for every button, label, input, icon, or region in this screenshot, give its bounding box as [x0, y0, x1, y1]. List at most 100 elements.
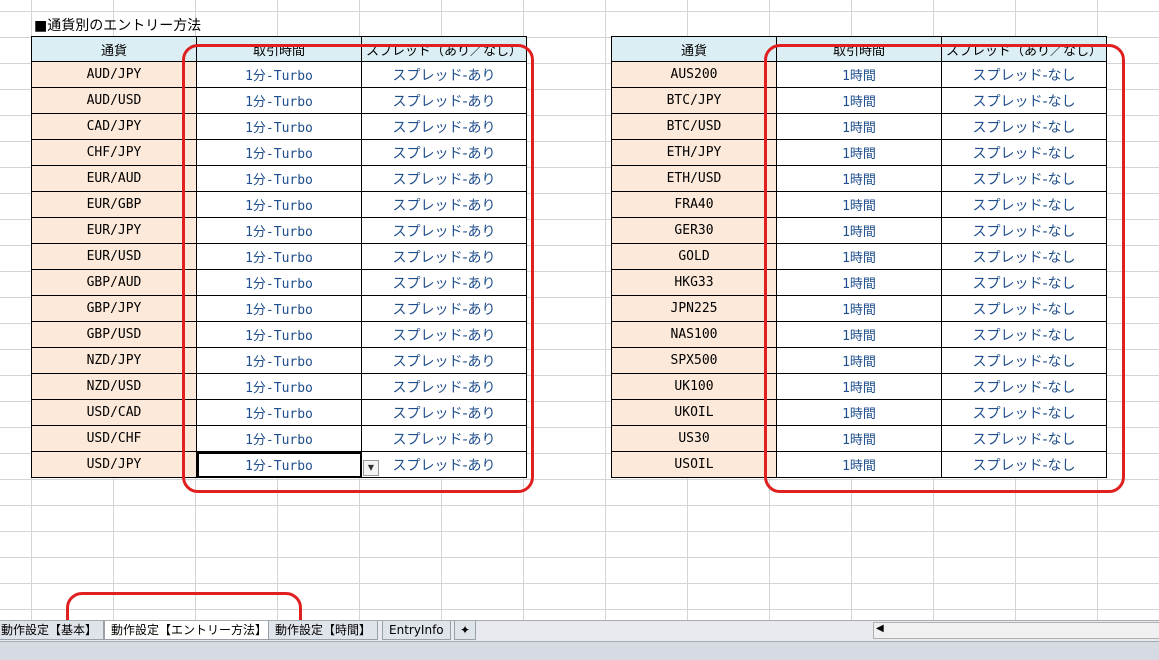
trade-time-cell[interactable]: 1分-Turbo: [196, 243, 362, 270]
spread-cell[interactable]: スプレッド-あり: [361, 347, 527, 374]
trade-time-cell[interactable]: 1分-Turbo: [196, 451, 362, 478]
currency-cell[interactable]: CHF/JPY: [31, 139, 197, 166]
trade-time-cell[interactable]: 1時間: [776, 347, 942, 374]
currency-cell[interactable]: HKG33: [611, 269, 777, 296]
trade-time-cell[interactable]: 1時間: [776, 321, 942, 348]
currency-cell[interactable]: CAD/JPY: [31, 113, 197, 140]
currency-cell[interactable]: FRA40: [611, 191, 777, 218]
currency-cell[interactable]: AUD/USD: [31, 87, 197, 114]
currency-cell[interactable]: GOLD: [611, 243, 777, 270]
tab-time-settings[interactable]: 動作設定【時間】: [268, 621, 379, 640]
spread-cell[interactable]: スプレッド-なし: [941, 139, 1107, 166]
spread-cell[interactable]: スプレッド-なし: [941, 373, 1107, 400]
header-currency[interactable]: 通貨: [611, 36, 777, 62]
trade-time-cell[interactable]: 1分-Turbo: [196, 425, 362, 452]
currency-cell[interactable]: USD/JPY: [31, 451, 197, 478]
trade-time-cell[interactable]: 1時間: [776, 191, 942, 218]
currency-cell[interactable]: ETH/JPY: [611, 139, 777, 166]
trade-time-cell[interactable]: 1時間: [776, 399, 942, 426]
spread-cell[interactable]: スプレッド-あり: [361, 87, 527, 114]
trade-time-cell[interactable]: 1分-Turbo: [196, 269, 362, 296]
trade-time-cell[interactable]: 1時間: [776, 373, 942, 400]
trade-time-cell[interactable]: 1分-Turbo: [196, 217, 362, 244]
currency-cell[interactable]: BTC/USD: [611, 113, 777, 140]
currency-cell[interactable]: USD/CAD: [31, 399, 197, 426]
spread-cell[interactable]: スプレッド-あり: [361, 425, 527, 452]
trade-time-cell[interactable]: 1分-Turbo: [196, 191, 362, 218]
dropdown-arrow-icon[interactable]: ▼: [363, 460, 379, 476]
trade-time-cell[interactable]: 1時間: [776, 269, 942, 296]
trade-time-cell[interactable]: 1時間: [776, 425, 942, 452]
trade-time-cell[interactable]: 1分-Turbo: [196, 113, 362, 140]
spread-cell[interactable]: スプレッド-なし: [941, 87, 1107, 114]
horizontal-scrollbar[interactable]: ◀: [873, 622, 1159, 639]
currency-cell[interactable]: UK100: [611, 373, 777, 400]
spread-cell[interactable]: スプレッド-あり: [361, 191, 527, 218]
trade-time-cell[interactable]: 1分-Turbo: [196, 139, 362, 166]
currency-cell[interactable]: USOIL: [611, 451, 777, 478]
trade-time-cell[interactable]: 1時間: [776, 139, 942, 166]
currency-cell[interactable]: JPN225: [611, 295, 777, 322]
currency-cell[interactable]: GBP/JPY: [31, 295, 197, 322]
spread-cell[interactable]: スプレッド-なし: [941, 243, 1107, 270]
trade-time-cell[interactable]: 1時間: [776, 165, 942, 192]
spread-cell[interactable]: スプレッド-なし: [941, 217, 1107, 244]
currency-cell[interactable]: SPX500: [611, 347, 777, 374]
trade-time-cell[interactable]: 1分-Turbo: [196, 165, 362, 192]
spread-cell[interactable]: スプレッド-なし: [941, 113, 1107, 140]
spread-cell[interactable]: スプレッド-なし: [941, 61, 1107, 88]
trade-time-cell[interactable]: 1時間: [776, 451, 942, 478]
currency-cell[interactable]: GBP/USD: [31, 321, 197, 348]
header-spread[interactable]: スプレッド（あり／なし）: [941, 36, 1107, 62]
trade-time-cell[interactable]: 1分-Turbo: [196, 347, 362, 374]
spread-cell[interactable]: スプレッド-なし: [941, 191, 1107, 218]
spread-cell[interactable]: スプレッド-あり: [361, 451, 527, 478]
currency-cell[interactable]: EUR/USD: [31, 243, 197, 270]
insert-sheet-icon[interactable]: ✦: [454, 621, 477, 640]
spread-cell[interactable]: スプレッド-あり: [361, 399, 527, 426]
trade-time-cell[interactable]: 1分-Turbo: [196, 295, 362, 322]
spread-cell[interactable]: スプレッド-あり: [361, 373, 527, 400]
trade-time-cell[interactable]: 1分-Turbo: [196, 373, 362, 400]
scroll-left-icon[interactable]: ◀: [876, 623, 884, 634]
trade-time-cell[interactable]: 1時間: [776, 87, 942, 114]
spread-cell[interactable]: スプレッド-あり: [361, 295, 527, 322]
header-spread[interactable]: スプレッド（あり／なし）: [361, 36, 527, 62]
header-trade-time[interactable]: 取引時間: [776, 36, 942, 62]
spread-cell[interactable]: スプレッド-なし: [941, 321, 1107, 348]
currency-cell[interactable]: GER30: [611, 217, 777, 244]
trade-time-cell[interactable]: 1時間: [776, 243, 942, 270]
trade-time-cell[interactable]: 1時間: [776, 295, 942, 322]
header-trade-time[interactable]: 取引時間: [196, 36, 362, 62]
spread-cell[interactable]: スプレッド-なし: [941, 399, 1107, 426]
spread-cell[interactable]: スプレッド-あり: [361, 269, 527, 296]
currency-cell[interactable]: NZD/USD: [31, 373, 197, 400]
currency-cell[interactable]: EUR/AUD: [31, 165, 197, 192]
trade-time-cell[interactable]: 1分-Turbo: [196, 399, 362, 426]
spread-cell[interactable]: スプレッド-なし: [941, 269, 1107, 296]
trade-time-cell[interactable]: 1時間: [776, 113, 942, 140]
spread-cell[interactable]: スプレッド-なし: [941, 295, 1107, 322]
currency-cell[interactable]: USD/CHF: [31, 425, 197, 452]
spread-cell[interactable]: スプレッド-あり: [361, 61, 527, 88]
header-currency[interactable]: 通貨: [31, 36, 197, 62]
currency-cell[interactable]: AUS200: [611, 61, 777, 88]
currency-cell[interactable]: EUR/GBP: [31, 191, 197, 218]
currency-cell[interactable]: UKOIL: [611, 399, 777, 426]
currency-cell[interactable]: BTC/JPY: [611, 87, 777, 114]
spread-cell[interactable]: スプレッド-あり: [361, 243, 527, 270]
tab-entryinfo[interactable]: EntryInfo: [382, 621, 451, 640]
spread-cell[interactable]: スプレッド-なし: [941, 425, 1107, 452]
spread-cell[interactable]: スプレッド-なし: [941, 347, 1107, 374]
currency-cell[interactable]: EUR/JPY: [31, 217, 197, 244]
currency-cell[interactable]: NAS100: [611, 321, 777, 348]
trade-time-cell[interactable]: 1分-Turbo: [196, 87, 362, 114]
trade-time-cell[interactable]: 1時間: [776, 217, 942, 244]
spread-cell[interactable]: スプレッド-なし: [941, 451, 1107, 478]
currency-cell[interactable]: GBP/AUD: [31, 269, 197, 296]
currency-cell[interactable]: AUD/JPY: [31, 61, 197, 88]
spread-cell[interactable]: スプレッド-あり: [361, 217, 527, 244]
currency-cell[interactable]: NZD/JPY: [31, 347, 197, 374]
trade-time-cell[interactable]: 1分-Turbo: [196, 61, 362, 88]
currency-cell[interactable]: US30: [611, 425, 777, 452]
